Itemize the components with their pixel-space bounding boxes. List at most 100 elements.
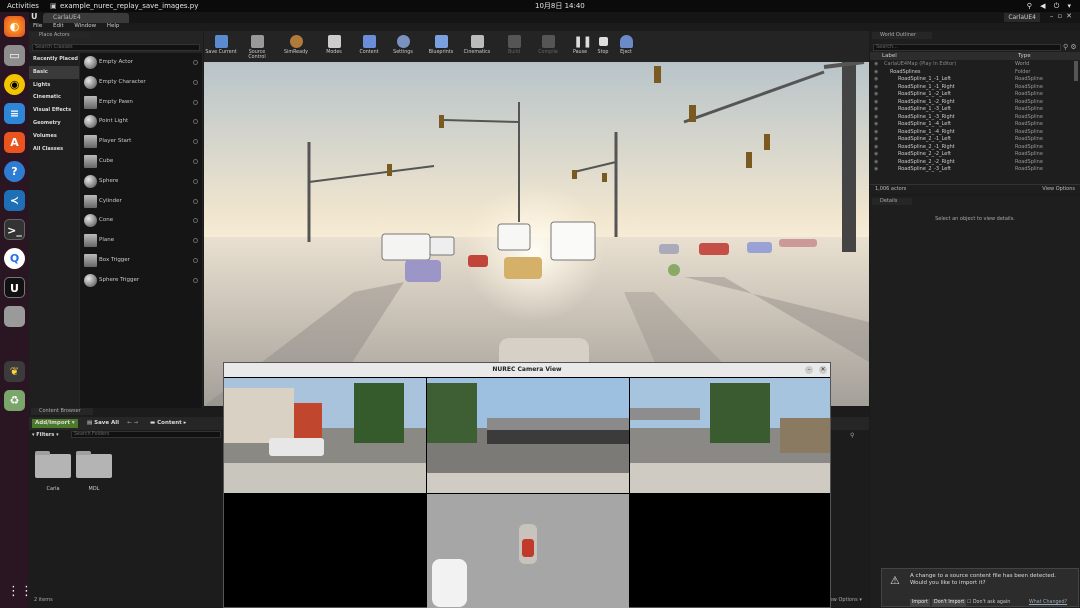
place-actors-tab[interactable]: Place Actors [31, 32, 91, 39]
menu-edit[interactable]: Edit [53, 23, 64, 29]
outliner-row[interactable]: ◉ RoadSpline_1_-1_Left RoadSpline [870, 76, 1073, 84]
cinematics-button[interactable]: Cinematics [460, 33, 494, 61]
visibility-eye-icon[interactable]: ◉ [874, 166, 878, 174]
info-icon[interactable] [193, 79, 198, 85]
folder-mdl-icon[interactable] [76, 451, 112, 478]
writer-icon[interactable]: ≡ [4, 103, 25, 124]
blank-icon[interactable] [4, 306, 25, 327]
search-folders-input[interactable]: Search Folders [71, 431, 221, 438]
visibility-eye-icon[interactable]: ◉ [874, 136, 878, 144]
show-apps-icon[interactable]: ⋮⋮⋮ [7, 584, 46, 599]
menu-file[interactable]: File [33, 23, 42, 29]
info-icon[interactable] [193, 99, 198, 105]
system-tray[interactable]: ⚲ ◀ ⏻ ▾ [1027, 0, 1074, 12]
trash-icon[interactable]: ♻ [4, 390, 25, 411]
what-changed-link[interactable]: What Changed? [1029, 599, 1067, 606]
visibility-eye-icon[interactable]: ◉ [874, 159, 878, 167]
close-icon[interactable]: ✕ [819, 366, 827, 374]
vscode-icon[interactable]: ≺ [4, 190, 25, 211]
actor-item[interactable]: Empty Pawn [80, 93, 202, 113]
search-classes-input[interactable]: Search Classes [32, 44, 200, 51]
info-icon[interactable] [193, 178, 198, 184]
modes-button[interactable]: Modes [317, 33, 351, 61]
level-viewport[interactable] [204, 62, 869, 406]
settings-button[interactable]: Settings [386, 33, 420, 61]
category-item[interactable]: Lights [29, 79, 79, 92]
category-item[interactable]: Visual Effects [29, 104, 79, 117]
folder-carla-icon[interactable] [35, 451, 71, 478]
nurec-title-bar[interactable]: NUREC Camera View [224, 363, 830, 377]
clock[interactable]: 10月8日 14:40 [535, 0, 585, 12]
menu-help[interactable]: Help [107, 23, 120, 29]
actor-item[interactable]: Player Start [80, 132, 202, 152]
info-icon[interactable] [193, 60, 198, 65]
outliner-row[interactable]: ◉ RoadSpline_1_-2_Left RoadSpline [870, 91, 1073, 99]
qv2ray-icon[interactable]: Q [4, 248, 25, 269]
minimize-icon[interactable]: – [805, 366, 813, 374]
files-icon[interactable]: ▭ [4, 45, 25, 66]
actor-item[interactable]: Point Light [80, 112, 202, 132]
outliner-row[interactable]: ◉ RoadSpline_1_-2_Right RoadSpline [870, 99, 1073, 107]
category-item[interactable]: Recently Placed [29, 53, 79, 66]
content-browser-tab[interactable]: Content Browser [31, 408, 93, 415]
nurec-camera-window[interactable]: NUREC Camera View – ✕ [223, 362, 831, 608]
info-icon[interactable] [193, 139, 198, 145]
world-outliner-tab[interactable]: World Outliner [872, 32, 932, 39]
outliner-search-input[interactable]: Search... [873, 44, 1061, 51]
visibility-eye-icon[interactable]: ◉ [874, 151, 878, 159]
add-import-button[interactable]: Add/Import ▾ [32, 419, 78, 428]
visibility-eye-icon[interactable]: ◉ [874, 76, 878, 84]
info-icon[interactable] [193, 277, 198, 283]
info-icon[interactable] [193, 218, 198, 224]
info-icon[interactable] [193, 158, 198, 164]
info-icon[interactable] [193, 119, 198, 125]
actor-item[interactable]: Cube [80, 152, 202, 172]
compile-button[interactable]: Compile [531, 33, 565, 61]
software-icon[interactable]: A [4, 132, 25, 153]
level-tab[interactable]: CarlaUE4 [43, 13, 129, 23]
firefox-icon[interactable]: ◐ [4, 16, 25, 37]
column-label[interactable]: Label [882, 52, 897, 60]
outliner-row[interactable]: ◉ RoadSpline_2_-3_Left RoadSpline [870, 166, 1073, 174]
visibility-eye-icon[interactable]: ◉ [874, 129, 878, 137]
category-item[interactable]: Basic [29, 65, 79, 79]
outliner-row[interactable]: ◉ RoadSpline_1_-1_Right RoadSpline [870, 84, 1073, 92]
actor-item[interactable]: Box Trigger [80, 251, 202, 271]
nav-arrows[interactable]: ← → [124, 419, 141, 428]
outliner-row[interactable]: ◉ RoadSpline_2_-1_Right RoadSpline [870, 144, 1073, 152]
category-item[interactable]: Cinematic [29, 91, 79, 104]
filters-button[interactable]: ▾ Filters ▾ [32, 432, 59, 438]
path-breadcrumb[interactable]: ▬ Content ▸ [147, 419, 189, 428]
unreal-icon[interactable]: U [4, 277, 25, 298]
activities-button[interactable]: Activities [7, 0, 39, 12]
actor-item[interactable]: Cone [80, 211, 202, 231]
category-item[interactable]: Volumes [29, 130, 79, 143]
visibility-eye-icon[interactable]: ◉ [874, 121, 878, 129]
visibility-eye-icon[interactable]: ◉ [874, 99, 878, 107]
simready-button[interactable]: SimReady [279, 33, 313, 61]
eject-button[interactable]: Eject [609, 33, 643, 61]
save-all-button[interactable]: ▤ Save All [84, 419, 122, 428]
blueprints-button[interactable]: Blueprints [424, 33, 458, 61]
content-button[interactable]: Content [352, 33, 386, 61]
dont-import-button[interactable]: Don't Import [932, 599, 967, 606]
visibility-eye-icon[interactable]: ◉ [874, 106, 878, 114]
outliner-row[interactable]: ◉ RoadSpline_2_-2_Right RoadSpline [870, 159, 1073, 167]
info-icon[interactable] [193, 238, 198, 244]
window-controls[interactable]: –▫✕ [1050, 12, 1076, 20]
outliner-row[interactable]: ◉ RoadSpline_2_-1_Left RoadSpline [870, 136, 1073, 144]
rhythmbox-icon[interactable]: ◉ [4, 74, 25, 95]
outliner-scrollbar[interactable] [1074, 61, 1078, 81]
outliner-row[interactable]: ◉ RoadSpline_2_-2_Left RoadSpline [870, 151, 1073, 159]
outliner-row[interactable]: ◉ RoadSpline_1_-3_Right RoadSpline [870, 114, 1073, 122]
save-current-button[interactable]: Save Current [204, 33, 238, 61]
app-menu-icon[interactable]: ▣ [50, 0, 57, 12]
import-button[interactable]: Import [910, 599, 930, 606]
menu-window[interactable]: Window [74, 23, 96, 29]
view-options-button[interactable]: View Options [1042, 185, 1075, 194]
build-button[interactable]: Build [497, 33, 531, 61]
visibility-eye-icon[interactable]: ◉ [874, 91, 878, 99]
source-control-button[interactable]: Source Control [240, 33, 274, 61]
outliner-row[interactable]: ◉ RoadSpline_1_-3_Left RoadSpline [870, 106, 1073, 114]
actor-item[interactable]: Sphere Trigger [80, 271, 202, 291]
